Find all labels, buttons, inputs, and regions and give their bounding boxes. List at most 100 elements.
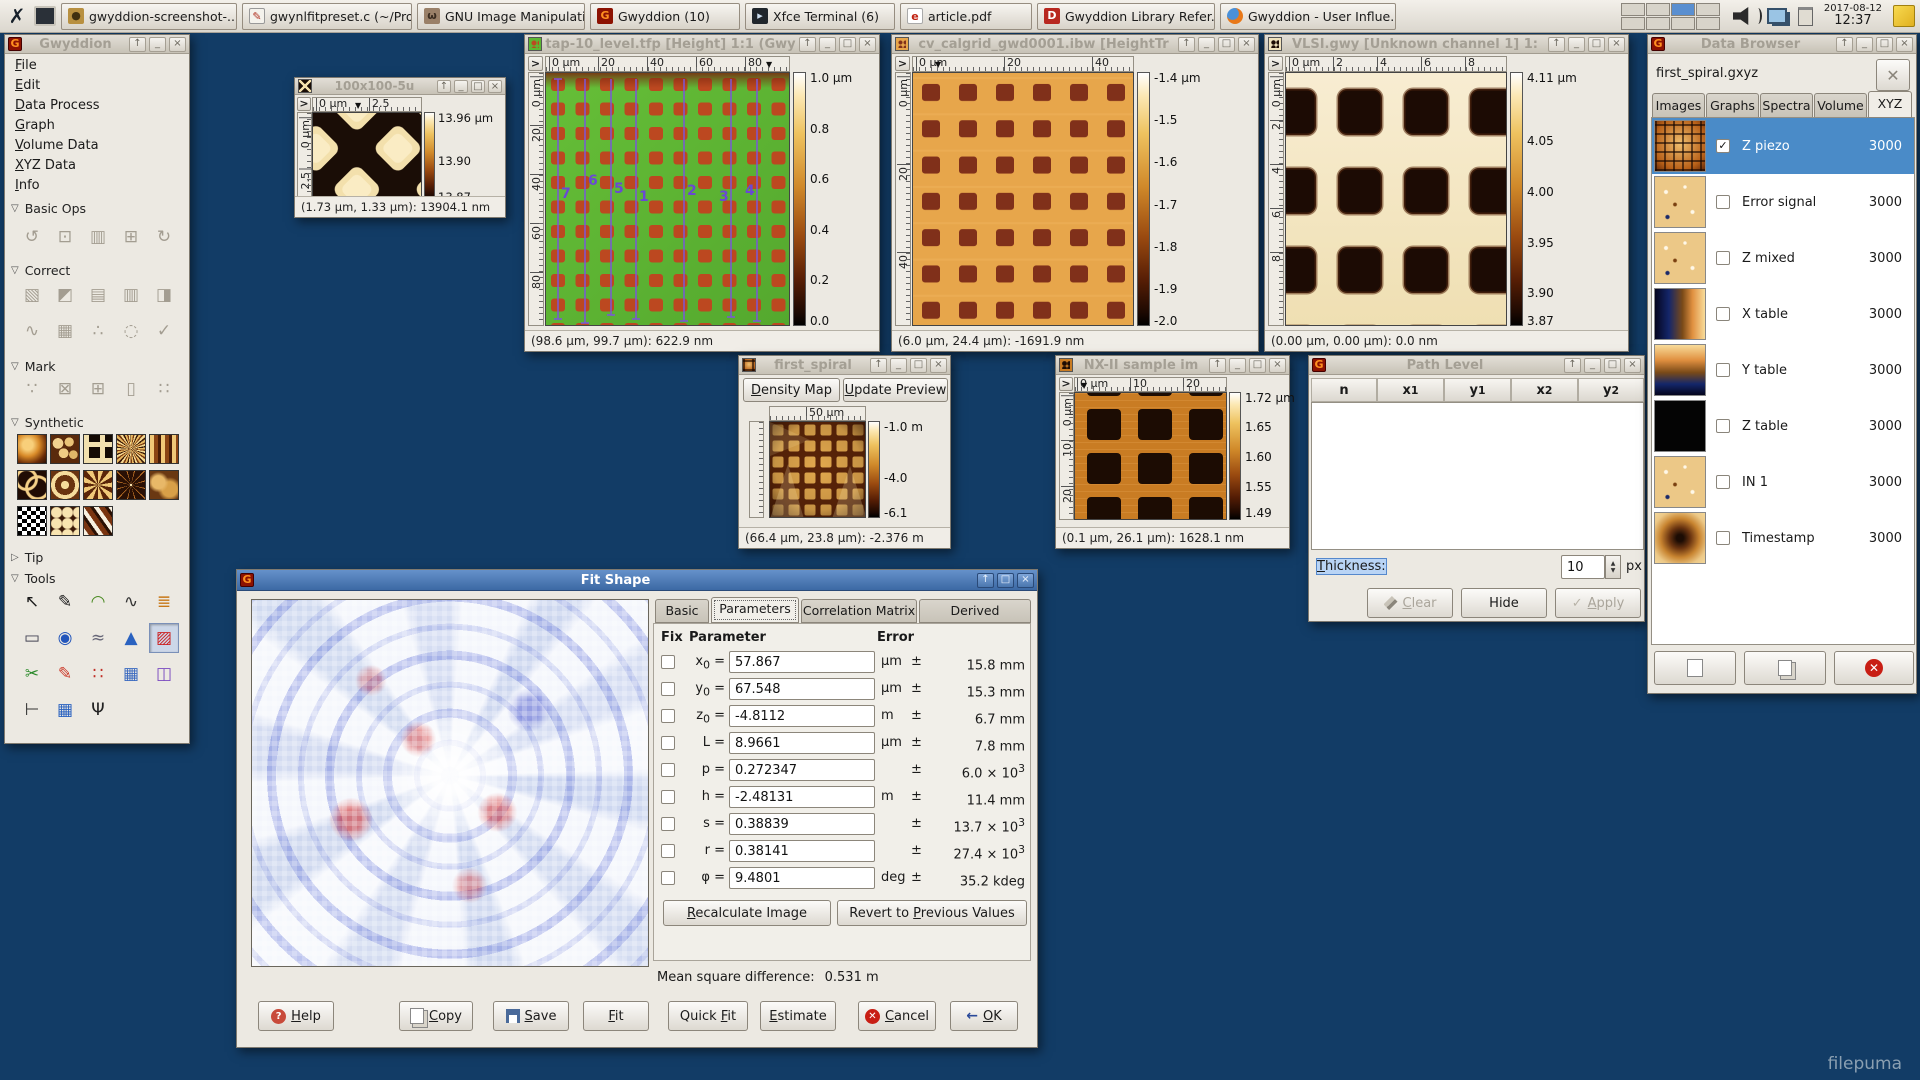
fix-checkbox[interactable] [661,655,675,669]
close-button[interactable]: × [1896,37,1913,52]
path-level-tool-icon-selected[interactable]: ▨ [149,623,179,653]
channel-row-z-table[interactable]: Z table 3000 [1652,398,1914,454]
tab-graphs[interactable]: Graphs [1706,93,1759,118]
taskbar-window-button[interactable]: Gwyddion - User Influe... [1220,3,1396,30]
param-value-input[interactable] [729,732,875,754]
apply-button[interactable]: ✓Apply [1555,588,1641,618]
minimize-button[interactable]: _ [1856,37,1873,52]
synth-lattice-icon[interactable] [50,506,80,536]
synth-annealing-icon[interactable] [17,506,47,536]
plane-level-tool-icon[interactable]: ◨ [149,281,179,311]
cancel-button[interactable]: ✕Cancel [858,1001,936,1031]
column-header-y2[interactable]: y2 [1578,378,1644,402]
menu-data-process[interactable]: Data Process [5,96,189,116]
channel-checkbox[interactable] [1716,251,1730,265]
recalculate-image-button[interactable]: Recalculate Image [663,900,831,926]
facet-level-tool-icon[interactable]: ◩ [50,281,80,311]
fix-checkbox[interactable] [661,682,675,696]
close-button[interactable]: × [930,358,947,373]
maximize-button[interactable]: □ [910,358,927,373]
shade-button[interactable]: ↑ [1836,37,1853,52]
channel-row-x-table[interactable]: X table 3000 [1652,286,1914,342]
synth-diffusion-icon[interactable] [116,470,146,500]
scars-tool-icon[interactable]: ◌ [116,317,146,347]
channel-row-in1[interactable]: IN 1 3000 [1652,454,1914,510]
channel-row-error-signal[interactable]: Error signal 3000 [1652,174,1914,230]
close-button[interactable]: × [859,37,876,52]
close-button[interactable]: × [1238,37,1255,52]
ok-button[interactable]: ←OK [950,1001,1018,1031]
thickness-input[interactable] [1561,555,1605,579]
synth-blobs-icon[interactable] [149,470,179,500]
clock[interactable]: 2017-08-12 12:37 [1824,3,1882,28]
titlebar[interactable]: cv_calgrid_gwd0001.ibw [HeightTr ↑ _ □ × [892,35,1258,54]
minimize-button[interactable]: _ [890,358,907,373]
ruler-expander-button[interactable]: > [528,56,543,71]
spot-remove-tool-icon[interactable]: ✎ [50,659,80,689]
workspace-cell[interactable] [1696,17,1720,30]
synth-columnar-icon[interactable] [149,434,179,464]
taskbar-window-button[interactable]: GGwyddion (10) [590,3,740,30]
fix-checkbox[interactable] [661,736,675,750]
synth-fibers-icon[interactable] [83,506,113,536]
estimate-button[interactable]: Estimate [760,1001,836,1031]
minimize-button[interactable]: _ [819,37,836,52]
shade-button[interactable]: ↑ [1178,37,1195,52]
fix-checkbox[interactable] [661,790,675,804]
ruler-expander-button[interactable]: > [1059,377,1073,391]
filter-tool-icon[interactable]: ▲ [116,623,146,653]
thickness-spinner[interactable]: ▲ ▼ [1605,555,1621,579]
maximize-button[interactable]: □ [1249,358,1266,373]
network-monitors-icon[interactable] [1767,8,1787,24]
tab-correlation-matrix[interactable]: Correlation Matrix [801,599,917,623]
menu-edit[interactable]: Edit [5,76,189,96]
maximize-button[interactable]: □ [1876,37,1893,52]
branch-tool-icon[interactable]: Ψ [83,695,113,725]
menu-xyz-data[interactable]: XYZ Data [5,156,189,176]
distance-tool-icon[interactable]: ✎ [50,587,80,617]
grain-measure-tool-icon[interactable]: ∷ [83,659,113,689]
shade-button[interactable]: ↑ [870,358,887,373]
titlebar[interactable]: tap-10_level.tfp [Height] 1:1 (Gwy ↑ _ □… [525,35,879,54]
taskbar-window-button[interactable]: ●gwyddion-screenshot-... [61,3,237,30]
param-value-input[interactable] [729,705,875,727]
spin-down-icon[interactable]: ▼ [1611,567,1616,574]
level-tool-icon[interactable]: ▧ [17,281,47,311]
mark-segment-icon[interactable]: ⊞ [83,375,113,405]
channel-row-y-table[interactable]: Y table 3000 [1652,342,1914,398]
column-header-y1[interactable]: y1 [1444,378,1511,402]
selection-manager-tool-icon[interactable]: ▦ [50,695,80,725]
spectro-tool-icon[interactable]: ◉ [50,623,80,653]
fix-checkbox[interactable] [661,871,675,885]
maximize-button[interactable]: □ [839,37,856,52]
channel-checkbox[interactable] [1716,531,1730,545]
channel-checkbox[interactable] [1716,307,1730,321]
synth-spiral-icon[interactable] [83,470,113,500]
channel-checkbox[interactable] [1716,475,1730,489]
spin-up-icon[interactable]: ▲ [1611,560,1616,567]
tab-xyz[interactable]: XYZ [1868,91,1912,118]
channel-row-timestamp[interactable]: Timestamp 3000 [1652,510,1914,566]
minimize-button[interactable]: _ [1568,37,1585,52]
mark-grains-icon[interactable]: ∵ [17,375,47,405]
param-value-input[interactable] [729,786,875,808]
fix-checkbox[interactable] [661,844,675,858]
workspace-cell[interactable] [1646,17,1670,30]
toolbox-titlebar[interactable]: G Gwyddion ↑ _ × [5,35,189,54]
align-rows-tool-icon[interactable]: ▤ [83,281,113,311]
param-value-input[interactable] [729,813,875,835]
path-list-empty[interactable] [1311,402,1644,550]
fix-checkbox[interactable] [661,817,675,831]
titlebar[interactable]: G Path Level ↑ _ □ × [1309,356,1644,375]
taskbar-window-button[interactable]: ▸Xfce Terminal (6) [745,3,895,30]
delete-button[interactable]: ✕ [1834,651,1914,685]
channel-checkbox[interactable] [1716,195,1730,209]
close-button[interactable]: × [1269,358,1286,373]
fit-button[interactable]: Fit [583,1001,649,1031]
section-tools[interactable]: ▽Tools [11,571,56,586]
titlebar[interactable]: G Data Browser ↑ _ □ × [1648,35,1916,54]
maximize-button[interactable]: □ [1218,37,1235,52]
line-correct-tool-icon[interactable]: ▥ [116,281,146,311]
channel-row-z-piezo[interactable]: ✓ Z piezo 3000 [1652,118,1914,174]
shade-button[interactable]: ↑ [1209,358,1226,373]
